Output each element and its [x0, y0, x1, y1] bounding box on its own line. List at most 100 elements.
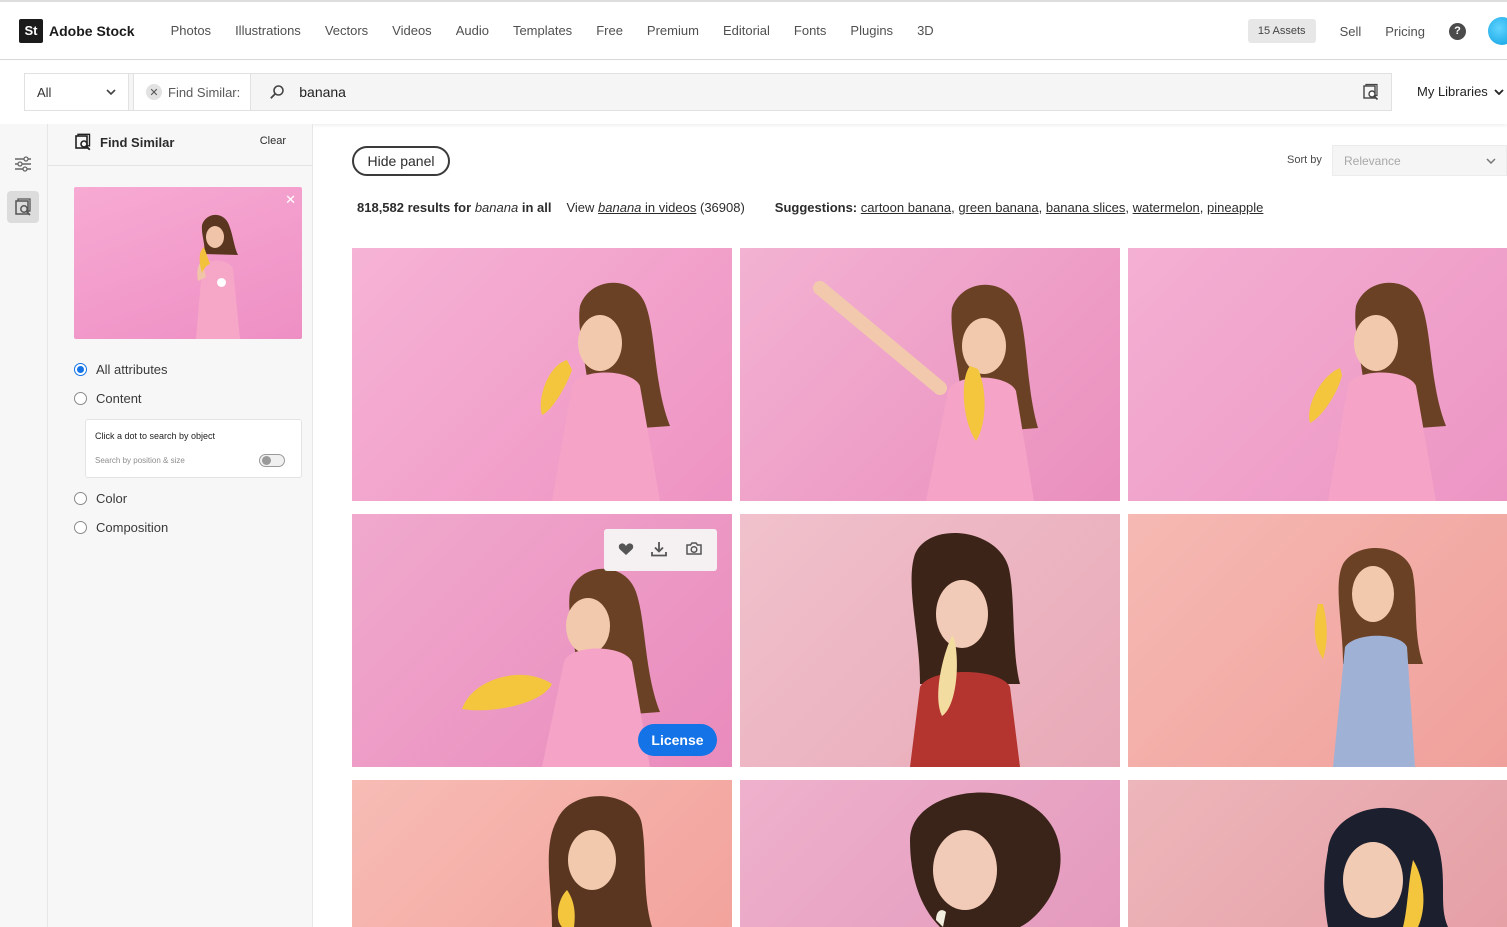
- nav-links: Photos Illustrations Vectors Videos Audi…: [147, 23, 934, 38]
- results-term: banana: [474, 200, 519, 215]
- option-all-attributes[interactable]: All attributes: [74, 362, 168, 377]
- sort-select[interactable]: Relevance: [1332, 145, 1507, 176]
- search-icon: [270, 85, 285, 99]
- nav-templates[interactable]: Templates: [513, 23, 572, 38]
- object-search-box: Click a dot to search by object Search b…: [85, 419, 302, 478]
- radio-icon[interactable]: [74, 521, 87, 534]
- pricing-link[interactable]: Pricing: [1385, 24, 1425, 39]
- results-summary: 818,582 results for banana in all View b…: [357, 200, 1264, 215]
- top-navigation: St Adobe Stock Photos Illustrations Vect…: [0, 0, 1507, 60]
- filters-button[interactable]: [7, 148, 39, 180]
- my-libraries-button[interactable]: My Libraries: [1417, 84, 1504, 99]
- result-thumbnail[interactable]: [1128, 514, 1507, 767]
- result-thumbnail[interactable]: [740, 780, 1120, 927]
- result-thumbnail[interactable]: [740, 514, 1120, 767]
- result-photo: [540, 282, 670, 501]
- nav-free[interactable]: Free: [596, 23, 623, 38]
- reference-image[interactable]: ✕: [74, 187, 302, 339]
- asset-type-select[interactable]: All: [25, 74, 129, 110]
- find-similar-panel: Find Similar Clear ✕ All attributes Cont…: [48, 124, 313, 927]
- object-dot[interactable]: [217, 278, 226, 287]
- option-color[interactable]: Color: [74, 491, 127, 506]
- filters-icon: [15, 156, 31, 172]
- search-box: All ✕ Find Similar:: [24, 73, 1392, 111]
- view-count: (36908): [699, 200, 745, 215]
- panel-header: Find Similar Clear: [74, 132, 288, 152]
- nav-right: 15 Assets Sell Pricing ?: [1247, 2, 1507, 60]
- reference-image-photo: [196, 214, 240, 339]
- clear-button[interactable]: Clear: [260, 135, 286, 147]
- hide-panel-button[interactable]: Hide panel: [352, 146, 450, 176]
- object-search-toggle-label: Search by position & size: [95, 456, 185, 465]
- panel-divider: [48, 165, 312, 166]
- option-composition[interactable]: Composition: [74, 520, 168, 535]
- view-prefix: View: [566, 200, 595, 215]
- radio-icon[interactable]: [74, 492, 87, 505]
- chevron-down-icon: [1494, 88, 1504, 95]
- suggestions-label: Suggestions:: [774, 200, 858, 215]
- option-content[interactable]: Content: [74, 391, 142, 406]
- thumbnail-actions: [604, 529, 717, 571]
- suggestion-link[interactable]: banana slices: [1046, 200, 1126, 215]
- find-similar-chip-label: Find Similar:: [168, 84, 241, 100]
- asset-type-value: All: [37, 84, 52, 100]
- find-similar-icon: [75, 133, 91, 151]
- help-icon[interactable]: ?: [1449, 22, 1466, 40]
- sort-by-label: Sort by: [1287, 154, 1322, 166]
- suggestion-link[interactable]: cartoon banana: [861, 200, 951, 215]
- result-thumbnail[interactable]: [352, 780, 732, 927]
- suggestion-link[interactable]: green banana: [958, 200, 1038, 215]
- result-thumbnail[interactable]: [1128, 780, 1507, 927]
- nav-plugins[interactable]: Plugins: [850, 23, 893, 38]
- find-similar-chip: ✕ Find Similar:: [133, 74, 252, 110]
- radio-selected-icon[interactable]: [74, 363, 87, 376]
- nav-photos[interactable]: Photos: [171, 23, 211, 38]
- result-photo: [548, 796, 652, 927]
- adobe-stock-logo[interactable]: St Adobe Stock: [19, 18, 135, 43]
- object-search-title: Click a dot to search by object: [95, 431, 216, 441]
- nav-videos[interactable]: Videos: [392, 23, 432, 38]
- result-photo: [1324, 807, 1448, 927]
- visual-search-icon: [1363, 83, 1379, 101]
- results-count: 818,582 results for: [357, 200, 472, 215]
- license-button[interactable]: License: [638, 724, 717, 756]
- results-scope: in all: [521, 200, 552, 215]
- result-thumbnail[interactable]: [352, 248, 732, 501]
- position-size-toggle[interactable]: [259, 454, 285, 467]
- nav-fonts[interactable]: Fonts: [794, 23, 827, 38]
- close-icon[interactable]: ✕: [285, 192, 296, 208]
- find-similar-tool-button[interactable]: [7, 191, 39, 223]
- view-videos-link[interactable]: banana in videos: [598, 200, 696, 215]
- option-label: All attributes: [96, 362, 168, 377]
- avatar[interactable]: [1488, 17, 1507, 45]
- result-thumbnail[interactable]: [740, 248, 1120, 501]
- suggestion-link[interactable]: pineapple: [1207, 200, 1263, 215]
- nav-illustrations[interactable]: Illustrations: [235, 23, 301, 38]
- nav-vectors[interactable]: Vectors: [325, 23, 368, 38]
- option-label: Composition: [96, 520, 169, 535]
- nav-premium[interactable]: Premium: [647, 23, 699, 38]
- option-label: Color: [96, 491, 128, 506]
- sell-link[interactable]: Sell: [1340, 24, 1362, 39]
- nav-3d[interactable]: 3D: [917, 23, 934, 38]
- download-icon[interactable]: [650, 541, 668, 560]
- close-icon[interactable]: ✕: [146, 84, 162, 100]
- search-input[interactable]: [299, 84, 1200, 100]
- result-photo: [1314, 547, 1423, 767]
- visual-search-button[interactable]: [1351, 83, 1391, 101]
- suggestion-link[interactable]: watermelon: [1133, 200, 1200, 215]
- camera-icon[interactable]: [685, 541, 703, 559]
- result-thumbnail[interactable]: [1128, 248, 1507, 501]
- panel-title: Find Similar: [100, 134, 175, 150]
- search-bar-row: All ✕ Find Similar: My Libraries: [0, 60, 1507, 124]
- find-similar-icon: [15, 198, 31, 216]
- assets-button[interactable]: 15 Assets: [1247, 19, 1316, 43]
- nav-audio[interactable]: Audio: [456, 23, 489, 38]
- chevron-down-icon: [1486, 157, 1496, 164]
- heart-icon[interactable]: [618, 542, 634, 559]
- sort-value: Relevance: [1344, 153, 1401, 168]
- view-term: banana: [598, 200, 642, 215]
- radio-icon[interactable]: [74, 392, 87, 405]
- nav-editorial[interactable]: Editorial: [723, 23, 770, 38]
- result-photo: [910, 792, 1061, 927]
